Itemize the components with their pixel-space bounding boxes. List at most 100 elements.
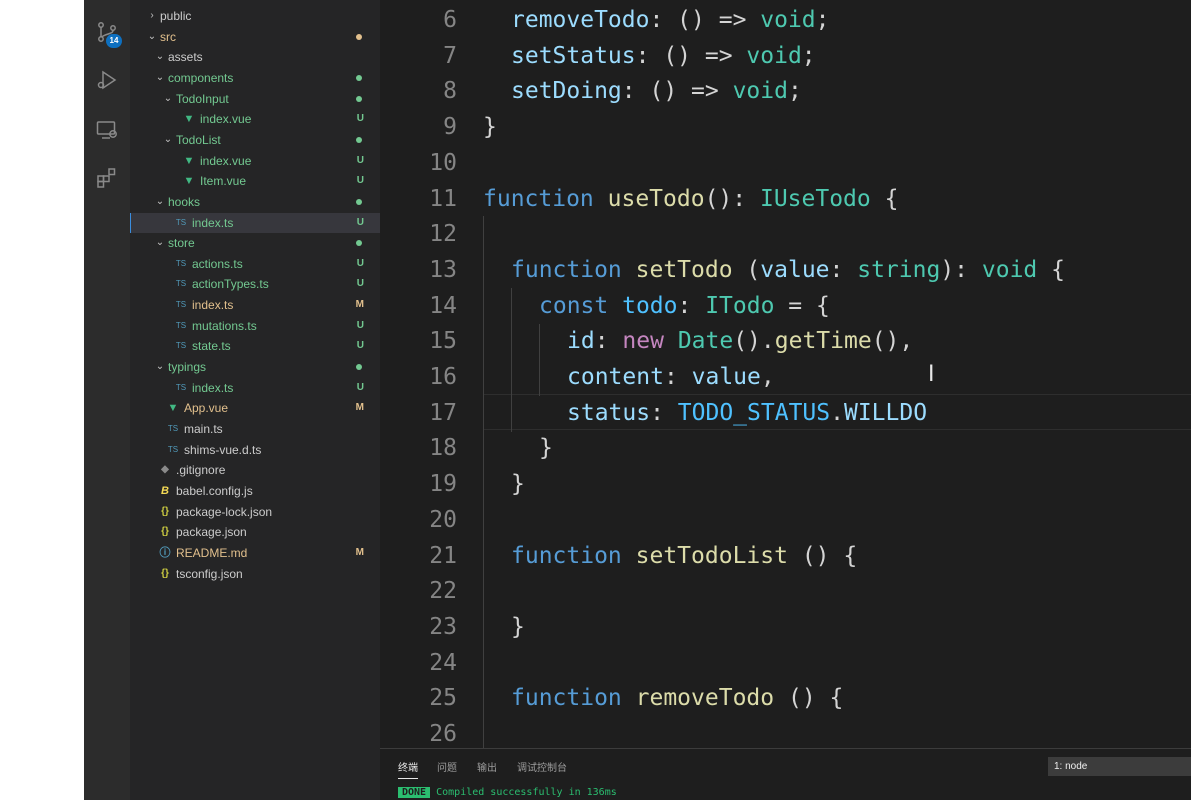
- explorer-file[interactable]: ⓘ README.md M: [130, 543, 380, 563]
- code-token: void: [760, 7, 816, 33]
- code-line: 17 status: TODO_STATUS.WILLDO: [380, 395, 1191, 431]
- git-status-dot: [356, 74, 362, 81]
- explorer-file[interactable]: ▼ Item.vue U: [130, 171, 380, 191]
- explorer-item-label: hooks: [168, 194, 201, 209]
- explorer-file[interactable]: TS actionTypes.ts U: [130, 274, 380, 294]
- explorer-file[interactable]: TS actions.ts U: [130, 254, 380, 274]
- explorer-item-label: store: [168, 236, 195, 251]
- json-file-icon: {}: [161, 567, 169, 579]
- explorer-item-label: TodoList: [176, 132, 221, 147]
- explorer-folder[interactable]: › public: [130, 6, 380, 26]
- chevron-down-icon[interactable]: ⌄: [154, 68, 166, 88]
- explorer-item-label: tsconfig.json: [176, 566, 243, 581]
- code-token: setDoing: [511, 78, 622, 105]
- explorer-file[interactable]: TS shims-vue.d.ts: [130, 440, 380, 460]
- tab-output[interactable]: 输出: [477, 759, 497, 774]
- git-file-icon: ◆: [161, 464, 169, 476]
- line-number: 6: [443, 7, 457, 33]
- code-token: TODO_STATUS: [677, 399, 831, 426]
- explorer-file[interactable]: TS mutations.ts U: [130, 316, 380, 336]
- explorer-file[interactable]: ◆ .gitignore: [130, 460, 380, 480]
- remote-explorer-icon[interactable]: [95, 118, 119, 142]
- code-token: :: [594, 328, 623, 355]
- explorer-file[interactable]: {} tsconfig.json: [130, 564, 380, 584]
- explorer-file[interactable]: {} package-lock.json: [130, 502, 380, 522]
- explorer-file[interactable]: ▼ index.vue U: [130, 109, 380, 129]
- chevron-down-icon[interactable]: ⌄: [146, 27, 158, 47]
- explorer-folder[interactable]: ⌄ components: [130, 68, 380, 88]
- code-editor[interactable]: I 6 removeTodo: () => void; 7 setStatus: ()…: [380, 0, 1191, 748]
- code-line: 7 setStatus: () => void;: [380, 38, 1191, 74]
- code-token: () {: [787, 542, 858, 569]
- explorer-folder[interactable]: ⌄ src: [130, 27, 380, 47]
- explorer-file[interactable]: ▼ App.vue M: [130, 398, 380, 418]
- line-number: 20: [429, 506, 457, 533]
- run-debug-icon[interactable]: [95, 68, 119, 92]
- line-number: 8: [443, 78, 457, 105]
- babel-file-icon: B: [161, 484, 169, 497]
- explorer-file[interactable]: ▼ index.vue U: [130, 151, 380, 171]
- code-line: 22: [380, 573, 1191, 609]
- explorer-item-label: shims-vue.d.ts: [184, 442, 262, 457]
- git-status-dot: [356, 364, 362, 371]
- terminal-select[interactable]: 1: node: [1048, 757, 1191, 776]
- line-number: 14: [429, 292, 457, 319]
- explorer-file[interactable]: TS state.ts U: [130, 336, 380, 356]
- tab-problems[interactable]: 问题: [437, 759, 457, 774]
- ts-file-icon: TS: [167, 424, 179, 433]
- explorer-folder[interactable]: ⌄ store: [130, 233, 380, 253]
- line-number: 26: [429, 721, 457, 747]
- code-text: const todo: ITodo = {: [539, 288, 830, 324]
- explorer-file[interactable]: TS index.ts M: [130, 295, 380, 315]
- ts-file-icon: TS: [175, 341, 187, 351]
- extensions-icon[interactable]: [95, 166, 119, 190]
- explorer-item-label: actionTypes.ts: [192, 277, 269, 292]
- code-token: (),: [871, 328, 914, 355]
- explorer-folder[interactable]: ⌄ assets: [130, 47, 380, 67]
- chevron-down-icon[interactable]: ⌄: [154, 192, 166, 212]
- ts-file-icon: TS: [175, 382, 187, 392]
- line-number: 16: [429, 364, 457, 390]
- explorer-file[interactable]: TS index.ts U: [130, 378, 380, 398]
- line-number: 7: [443, 42, 457, 69]
- tab-debug-console[interactable]: 调试控制台: [517, 759, 567, 774]
- explorer-folder[interactable]: ⌄ TodoList: [130, 130, 380, 150]
- code-token: function: [511, 685, 622, 712]
- chevron-down-icon[interactable]: ⌄: [162, 130, 174, 150]
- explorer-folder[interactable]: ⌄ hooks: [130, 192, 380, 212]
- code-token: {: [870, 185, 899, 212]
- code-text: function setTodoList () {: [511, 538, 857, 574]
- explorer-folder[interactable]: ⌄ typings: [130, 357, 380, 377]
- explorer-file[interactable]: TS main.ts: [130, 419, 380, 439]
- code-token: string: [857, 256, 941, 283]
- git-status-badge: U: [356, 257, 364, 269]
- chevron-down-icon[interactable]: ⌄: [162, 89, 174, 109]
- git-status-dot: [356, 136, 362, 143]
- explorer-item-label: App.vue: [184, 401, 229, 416]
- code-token: function: [483, 185, 594, 212]
- code-line: 14 const todo: ITodo = {: [380, 288, 1191, 324]
- code-line: 13 function setTodo (value: string): void…: [380, 252, 1191, 288]
- chevron-right-icon[interactable]: ›: [146, 6, 158, 26]
- chevron-down-icon[interactable]: ⌄: [154, 233, 166, 253]
- window-backdrop: [0, 0, 84, 800]
- line-number: 19: [429, 471, 457, 498]
- vue-file-icon: ▼: [183, 175, 195, 188]
- code-token: function: [511, 542, 622, 569]
- line-number: 11: [429, 185, 457, 212]
- git-status-dot: [356, 198, 362, 205]
- explorer-file[interactable]: Bbabel.config.js: [130, 481, 380, 501]
- chevron-down-icon[interactable]: ⌄: [154, 357, 166, 377]
- explorer-folder[interactable]: ⌄ TodoInput: [130, 89, 380, 109]
- tab-terminal[interactable]: 终端: [398, 759, 418, 779]
- code-token: value: [691, 364, 761, 390]
- git-status-badge: U: [356, 319, 364, 331]
- ts-file-icon: TS: [175, 258, 187, 268]
- git-status-badge: U: [356, 340, 364, 352]
- chevron-down-icon[interactable]: ⌄: [154, 47, 166, 67]
- code-token: ;: [787, 78, 802, 105]
- explorer-file[interactable]: TS index.ts U: [130, 212, 380, 233]
- explorer-file[interactable]: {} package.json: [130, 522, 380, 542]
- code-token: :: [663, 364, 692, 390]
- code-token: removeTodo: [635, 685, 775, 712]
